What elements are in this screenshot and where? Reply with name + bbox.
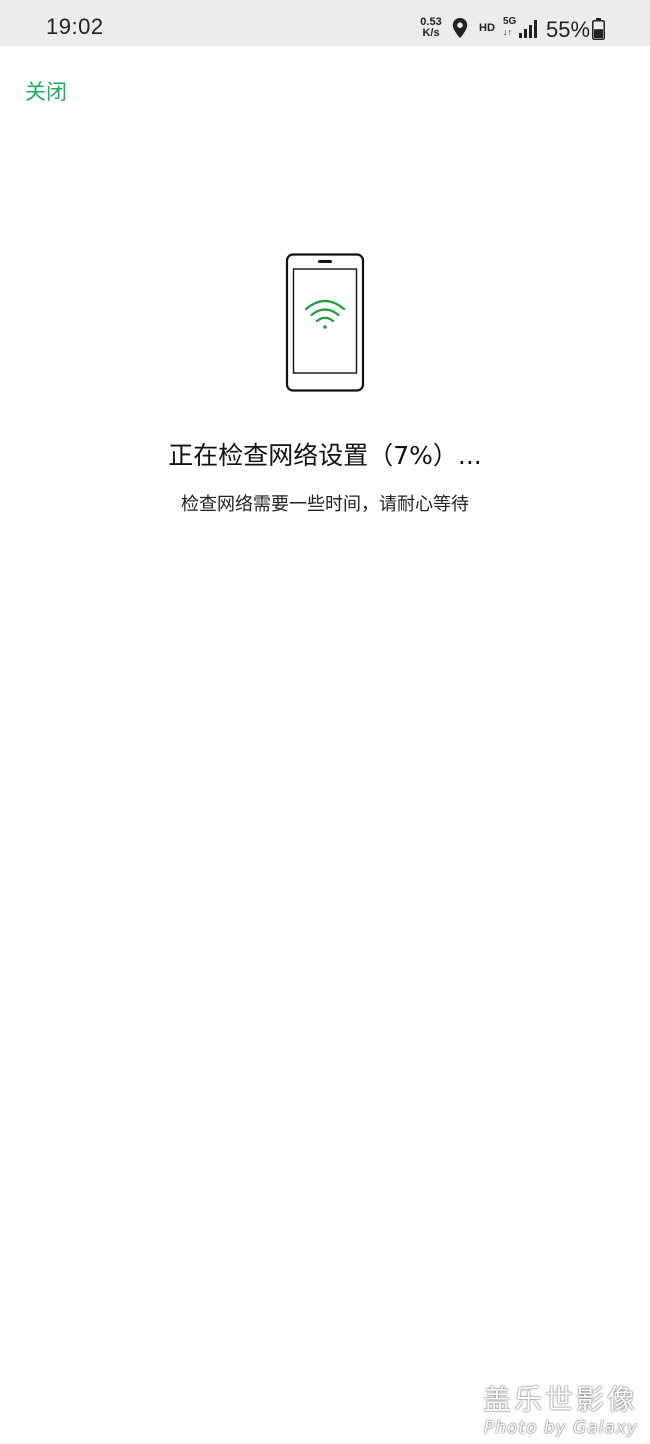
close-button[interactable]: 关闭 — [25, 76, 67, 106]
hd-badge: HD — [479, 22, 495, 34]
network-arrows-icon: ↓↑ — [503, 27, 512, 37]
net-speed-unit: K/s — [422, 27, 440, 39]
signal-bars-icon — [519, 20, 537, 38]
status-bar: 19:02 0.53 K/s HD 5G ↓↑ 55% — [0, 0, 650, 46]
battery-icon — [592, 18, 605, 40]
net-speed: 0.53 K/s — [418, 17, 444, 39]
battery-percentage: 55% — [546, 17, 591, 42]
watermark-line-1: 盖乐世影像 — [482, 1383, 638, 1416]
phone-wifi-icon — [285, 253, 365, 392]
location-pin-icon — [452, 18, 468, 38]
watermark-line-2: Photo by Galaxy — [483, 1418, 638, 1438]
network-type-label: 5G — [503, 16, 517, 27]
camera-watermark: 盖乐世影像 Photo by Galaxy — [483, 1378, 638, 1438]
status-time: 19:02 — [46, 14, 104, 39]
network-type: 5G ↓↑ — [503, 16, 517, 38]
page-title: 正在检查网络设置（7%）... — [168, 441, 482, 470]
page-subtitle: 检查网络需要一些时间，请耐心等待 — [181, 494, 469, 515]
